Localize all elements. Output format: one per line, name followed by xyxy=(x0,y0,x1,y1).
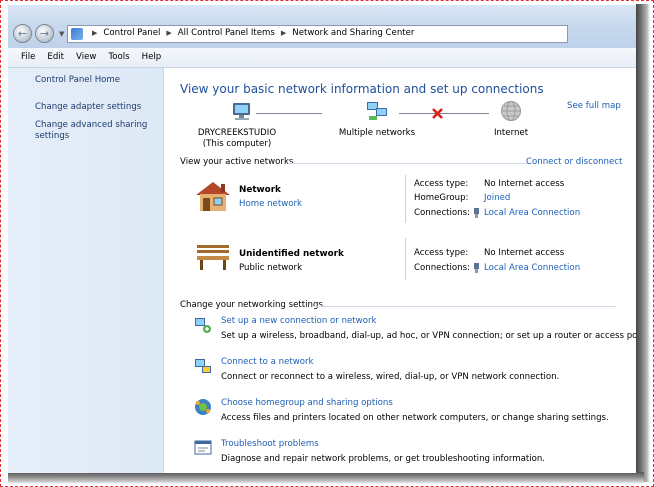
menu-edit[interactable]: Edit xyxy=(41,48,70,62)
ethernet-icon xyxy=(474,263,479,273)
divider xyxy=(314,306,616,307)
active-networks-header: View your active networks xyxy=(180,157,294,167)
recent-pages-dropdown-icon[interactable]: ▼ xyxy=(59,30,64,38)
menu-help[interactable]: Help xyxy=(136,48,168,62)
computer-icon xyxy=(233,103,250,120)
access-type-value: No Internet access xyxy=(484,248,565,258)
breadcrumb: ▶ Control Panel ▶ All Control Panel Items ▶ N… xyxy=(88,28,416,38)
network-type-link[interactable]: Home network xyxy=(239,199,302,209)
divider xyxy=(405,175,406,223)
map-connection-line-broken xyxy=(399,113,489,114)
internet-label: Internet xyxy=(493,128,529,138)
this-computer-label: DRYCREEKSTUDIO (This computer) xyxy=(192,128,282,150)
homegroup-label: HomeGroup: xyxy=(414,193,469,203)
page-title: View your basic network information and … xyxy=(180,82,544,96)
breadcrumb-item-network-sharing[interactable]: Network and Sharing Center xyxy=(292,28,414,38)
window-shadow-bottom xyxy=(8,472,644,484)
main-content: View your basic network information and … xyxy=(164,68,636,473)
networking-settings-header: Change your networking settings xyxy=(180,300,323,310)
sidebar-item-control-panel-home[interactable]: Control Panel Home xyxy=(35,75,155,86)
connections-label: Connections: xyxy=(414,208,470,218)
local-area-connection-link[interactable]: Local Area Connection xyxy=(484,208,580,218)
sidebar: Control Panel Home Change adapter settin… xyxy=(8,68,164,473)
task-connect-to-network-desc: Connect or reconnect to a wireless, wire… xyxy=(221,372,560,382)
homegroup-joined-link[interactable]: Joined xyxy=(484,193,510,203)
address-toolbar: ← → ▼ ▶ Control Panel ▶ All Control Panel I… xyxy=(8,5,636,48)
back-arrow-icon: ← xyxy=(17,27,28,40)
unidentified-network-name: Unidentified network xyxy=(239,249,344,259)
task-homegroup-sharing-desc: Access files and printers located on oth… xyxy=(221,413,609,423)
menu-bar: File Edit View Tools Help xyxy=(8,48,636,68)
local-area-connection-link[interactable]: Local Area Connection xyxy=(484,263,580,273)
see-full-map-link[interactable]: See full map xyxy=(567,101,621,111)
connect-network-icon xyxy=(195,359,211,373)
breadcrumb-separator-icon[interactable]: ▶ xyxy=(92,29,97,37)
task-connect-to-network-link[interactable]: Connect to a network xyxy=(221,357,314,367)
task-troubleshoot-desc: Diagnose and repair network problems, or… xyxy=(221,454,546,464)
task-troubleshoot-link[interactable]: Troubleshoot problems xyxy=(221,439,319,449)
homegroup-icon xyxy=(195,399,211,415)
access-type-value: No Internet access xyxy=(484,179,565,189)
task-setup-new-connection-link[interactable]: Set up a new connection or network xyxy=(221,316,376,326)
home-network-icon xyxy=(196,182,230,211)
breadcrumb-separator-icon[interactable]: ▶ xyxy=(281,29,286,37)
divider xyxy=(288,163,528,164)
map-connection-line xyxy=(256,113,322,114)
menu-file[interactable]: File xyxy=(8,48,41,62)
breadcrumb-separator-icon[interactable]: ▶ xyxy=(166,29,171,37)
connections-label: Connections: xyxy=(414,263,470,273)
breadcrumb-item-control-panel[interactable]: Control Panel xyxy=(103,28,160,38)
no-connection-x-icon xyxy=(432,108,443,119)
computer-name: DRYCREEKSTUDIO xyxy=(197,128,277,138)
menu-tools[interactable]: Tools xyxy=(102,48,135,62)
forward-arrow-icon: → xyxy=(39,27,50,40)
sidebar-item-change-adapter-settings[interactable]: Change adapter settings xyxy=(35,102,155,113)
network-name: Network xyxy=(239,185,281,195)
explorer-window: ← → ▼ ▶ Control Panel ▶ All Control Panel I… xyxy=(8,5,636,473)
task-setup-new-connection-desc: Set up a wireless, broadband, dial-up, a… xyxy=(221,331,636,341)
divider xyxy=(405,238,406,280)
back-button[interactable]: ← xyxy=(13,24,32,43)
multiple-networks-icon xyxy=(367,102,387,120)
menu-view[interactable]: View xyxy=(70,48,102,62)
ethernet-icon xyxy=(474,208,479,218)
troubleshoot-icon xyxy=(194,440,212,455)
connect-or-disconnect-link[interactable]: Connect or disconnect xyxy=(526,157,622,167)
control-panel-icon xyxy=(71,28,83,40)
address-field[interactable]: ▶ Control Panel ▶ All Control Panel Items ▶ N… xyxy=(67,25,568,43)
multiple-networks-label: Multiple networks xyxy=(338,128,416,138)
new-connection-icon xyxy=(195,318,211,333)
window-shadow-right xyxy=(636,4,650,482)
forward-button[interactable]: → xyxy=(35,24,54,43)
internet-globe-icon xyxy=(501,101,521,121)
computer-sublabel: (This computer) xyxy=(202,139,272,149)
access-type-label: Access type: xyxy=(414,248,469,258)
network-type-public: Public network xyxy=(239,263,303,273)
breadcrumb-item-all-items[interactable]: All Control Panel Items xyxy=(178,28,275,38)
task-homegroup-sharing-link[interactable]: Choose homegroup and sharing options xyxy=(221,398,393,408)
access-type-label: Access type: xyxy=(414,179,469,189)
sidebar-item-change-advanced-sharing[interactable]: Change advanced sharing settings xyxy=(35,120,155,142)
public-network-bench-icon xyxy=(197,245,229,270)
